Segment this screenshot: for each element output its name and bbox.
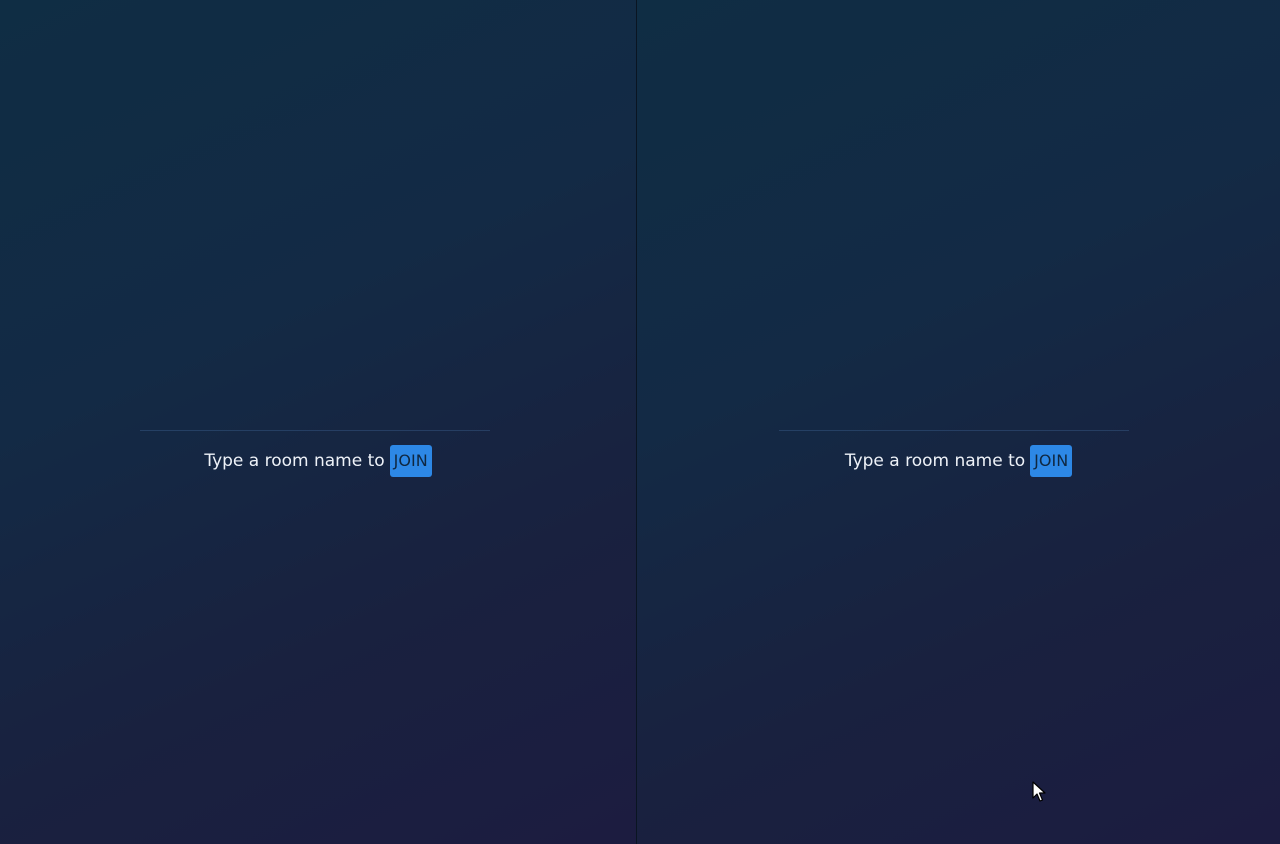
left-pane: Type a room name to JOIN bbox=[0, 0, 636, 844]
room-name-input[interactable] bbox=[779, 412, 1129, 431]
join-button[interactable]: JOIN bbox=[1030, 445, 1073, 477]
prompt-text: Type a room name to bbox=[844, 451, 1026, 471]
app-window: Type a room name to JOIN Type a room nam… bbox=[0, 0, 1280, 844]
room-name-input[interactable] bbox=[140, 412, 490, 431]
join-button[interactable]: JOIN bbox=[389, 445, 432, 477]
join-prompt: Type a room name to JOIN bbox=[0, 445, 636, 477]
right-pane: Type a room name to JOIN bbox=[637, 0, 1280, 844]
mouse-pointer-icon bbox=[1032, 781, 1046, 802]
join-prompt: Type a room name to JOIN bbox=[637, 445, 1280, 477]
prompt-text: Type a room name to bbox=[204, 451, 385, 471]
